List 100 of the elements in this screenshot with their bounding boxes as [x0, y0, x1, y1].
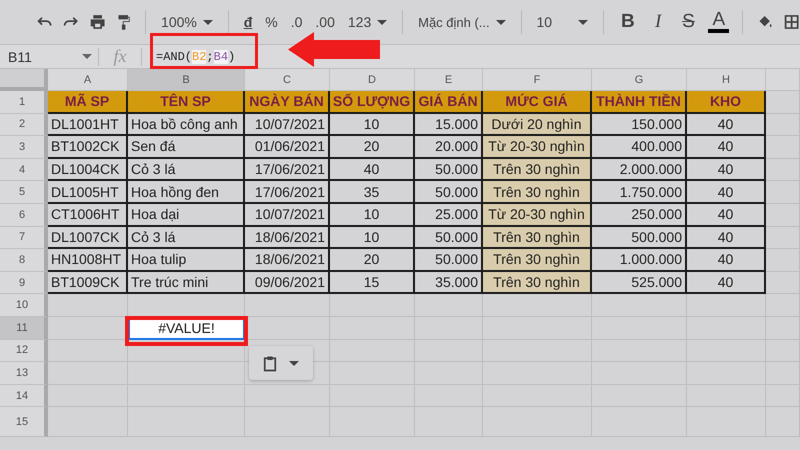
table-cell: DL1005HT [48, 181, 128, 204]
fx-label: fx [112, 46, 128, 67]
table-cell: 01/06/2021 [245, 136, 330, 159]
table-cell: DL1001HT [48, 114, 128, 136]
percent-format-button[interactable]: % [263, 14, 280, 30]
table-cell: 40 [687, 204, 766, 227]
column-header[interactable]: A [48, 69, 128, 91]
row-header[interactable]: 14 [0, 384, 48, 408]
table-cell: DL1007CK [48, 226, 128, 250]
column-header[interactable]: E [415, 69, 483, 91]
table-cell: Hoa dại [128, 204, 245, 227]
font-size-select[interactable]: 10 [534, 14, 590, 30]
row-header[interactable]: 1 [0, 91, 48, 114]
table-cell: 40 [687, 226, 766, 250]
format-button[interactable]: S [678, 11, 700, 33]
caret-icon [82, 54, 92, 59]
table-cell: 35 [330, 181, 415, 204]
table-cell: 1.000.000 [592, 249, 687, 272]
table-cell: GIÁ BÁN [415, 91, 483, 114]
table-cell: 35.000 [415, 272, 483, 294]
table-cell: BT1002CK [48, 136, 128, 159]
table-cell: 40 [687, 114, 766, 136]
clipboard-icon [263, 354, 277, 372]
row-header[interactable]: 7 [0, 226, 48, 250]
table-cell: Từ 20-30 nghìn [483, 204, 592, 227]
cell-reference-box[interactable]: B11 [0, 48, 98, 64]
table-cell: MÃ SP [48, 91, 128, 114]
print-icon[interactable] [88, 12, 106, 32]
column-header[interactable]: H [687, 69, 766, 91]
column-header[interactable]: D [330, 69, 415, 91]
table-cell: MỨC GIÁ [483, 91, 592, 114]
table-cell: Tre trúc mini [128, 272, 245, 294]
table-cell: 50.000 [415, 158, 483, 182]
caret-icon [289, 360, 299, 366]
table-cell: DL1004CK [48, 158, 128, 182]
table-cell: Trên 30 nghìn [483, 158, 592, 182]
table-cell: Hoa bồ công anh [128, 114, 245, 136]
table-cell: Sen đá [128, 136, 245, 159]
caret-icon [377, 20, 388, 24]
table-cell: 525.000 [592, 272, 687, 294]
table-cell: 09/06/2021 [245, 272, 330, 294]
row-header[interactable]: 4 [0, 158, 48, 182]
format-button[interactable]: B [617, 11, 639, 33]
column-header[interactable]: C [245, 69, 330, 91]
row-header[interactable]: 6 [0, 204, 48, 227]
row-header[interactable]: 8 [0, 249, 48, 272]
font-select[interactable]: Mặc định (... [416, 14, 508, 30]
row-header[interactable]: 15 [0, 407, 48, 438]
table-cell: Cỏ 3 lá [128, 226, 245, 250]
table-cell: 20 [330, 136, 415, 159]
row-header[interactable]: 5 [0, 181, 48, 204]
decrease-decimal-button[interactable]: .0 [288, 14, 304, 30]
column-header[interactable]: B [128, 69, 245, 91]
table-cell: 17/06/2021 [245, 158, 330, 182]
table-cell: 40 [330, 158, 415, 182]
table-cell: 10/07/2021 [245, 204, 330, 227]
format-button[interactable]: I [648, 11, 669, 33]
table-cell: 40 [687, 249, 766, 272]
table-cell: THÀNH TIỀN [592, 91, 687, 114]
table-cell: KHO [687, 91, 766, 114]
increase-decimal-button[interactable]: .00 [313, 14, 337, 30]
row-header[interactable]: 9 [0, 272, 48, 294]
row-header[interactable]: 3 [0, 136, 48, 159]
table-cell: 2.000.000 [592, 158, 687, 182]
formula-text[interactable]: =AND(B2;B4) [156, 50, 236, 64]
table-cell: 20 [330, 249, 415, 272]
table-cell: 20.000 [415, 136, 483, 159]
paste-options-button[interactable] [249, 346, 313, 380]
column-header[interactable]: G [592, 69, 687, 91]
table-cell: CT1006HT [48, 204, 128, 227]
table-cell: HN1008HT [48, 249, 128, 272]
row-header[interactable]: 12 [0, 340, 48, 362]
row-header[interactable]: 13 [0, 362, 48, 385]
row-header[interactable]: 10 [0, 294, 48, 317]
currency-format-button[interactable]: đ [242, 14, 254, 30]
table-cell: 10 [330, 226, 415, 250]
number-format-select[interactable]: 123 [346, 14, 390, 30]
row-header[interactable]: 2 [0, 114, 48, 136]
caret-icon [202, 20, 213, 24]
table-cell: Trên 30 nghìn [483, 226, 592, 250]
table-cell: 10 [330, 204, 415, 227]
table-cell: 18/06/2021 [245, 226, 330, 250]
table-cell: 40 [687, 136, 766, 159]
table-cell: Trên 30 nghìn [483, 249, 592, 272]
format-button[interactable]: A [708, 11, 730, 33]
table-cell: BT1009CK [48, 272, 128, 294]
table-cell: Trên 30 nghìn [483, 272, 592, 294]
zoom-select[interactable]: 100% [159, 14, 215, 30]
table-cell: 40 [687, 272, 766, 294]
table-cell: 10/07/2021 [245, 114, 330, 136]
table-cell: 1.750.000 [592, 181, 687, 204]
table-cell: 500.000 [592, 226, 687, 250]
table-cell: TÊN SP [128, 91, 245, 114]
table-cell: 25.000 [415, 204, 483, 227]
borders-icon[interactable] [782, 12, 800, 32]
table-cell: Từ 20-30 nghìn [483, 136, 592, 159]
column-header[interactable]: F [483, 69, 592, 91]
caret-icon [496, 20, 506, 24]
table-cell: 15.000 [415, 114, 483, 136]
row-header[interactable]: 11 [0, 316, 48, 340]
